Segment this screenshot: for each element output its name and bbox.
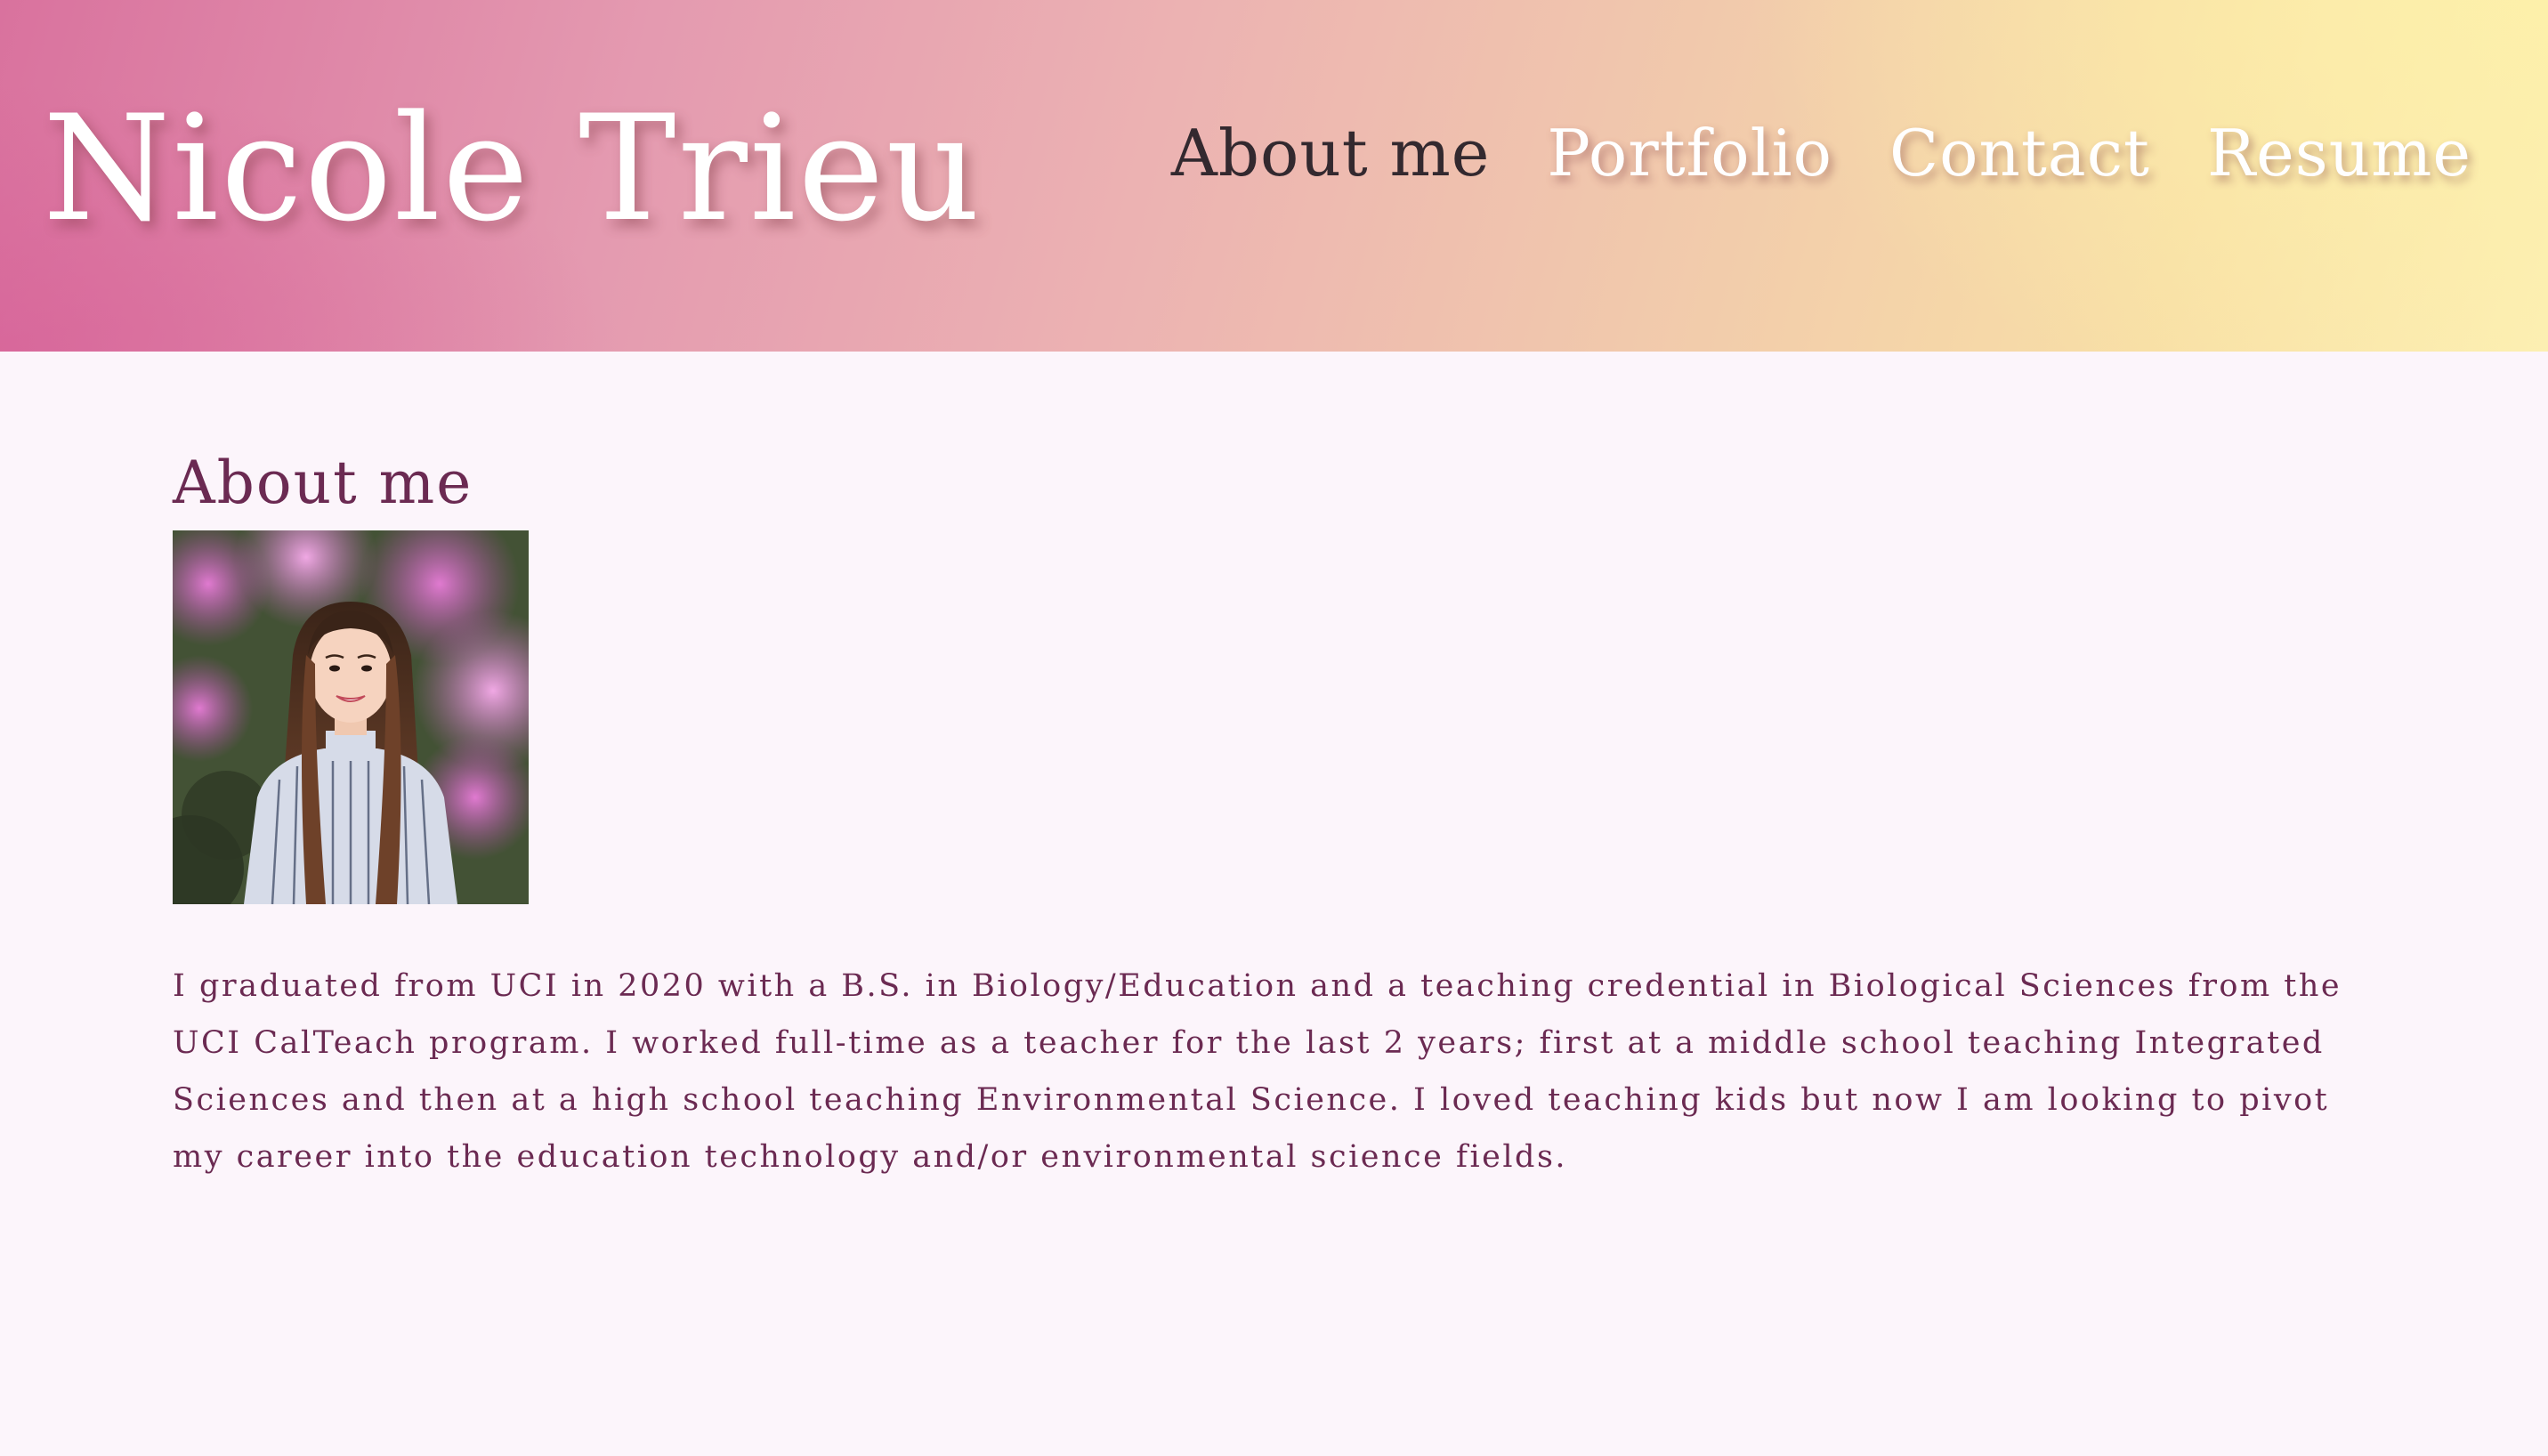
nav-link-portfolio[interactable]: Portfolio <box>1547 121 1832 185</box>
site-header: Nicole Trieu About me Portfolio Contact … <box>0 0 2548 352</box>
bio-text: I graduated from UCI in 2020 with a B.S.… <box>173 968 2342 1175</box>
profile-photo <box>173 530 529 904</box>
section-title: About me <box>173 449 473 517</box>
nav-link-about-me[interactable]: About me <box>1171 121 1491 185</box>
nav-link-contact[interactable]: Contact <box>1889 121 2150 185</box>
site-name[interactable]: Nicole Trieu <box>43 96 982 242</box>
about-section: About me I graduated from UCI in 2020 wi… <box>173 454 2380 1217</box>
nav-link-resume[interactable]: Resume <box>2207 121 2471 185</box>
main-nav: About me Portfolio Contact Resume <box>1171 121 2471 185</box>
